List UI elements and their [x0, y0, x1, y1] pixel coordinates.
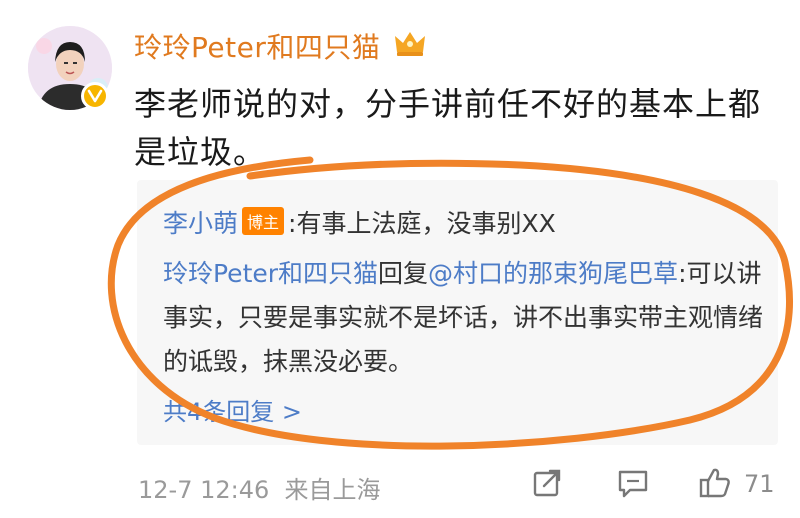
reply-target[interactable]: @村口的那束狗尾巴草 [428, 259, 678, 288]
post-text: 李老师说的对，分手讲前任不好的基本上都是垃圾。 [134, 85, 762, 171]
comment-author[interactable]: 李小萌 [163, 209, 238, 238]
share-icon[interactable] [530, 466, 564, 500]
comment-preview[interactable]: 李小萌 博主:有事上法庭，没事别XX 玲玲Peter和四只猫回复@村口的那束狗尾巴… [137, 180, 778, 445]
more-replies-link[interactable]: 共4条回复 > [163, 392, 302, 427]
comment-text: :有事上法庭，没事别XX [288, 209, 556, 238]
post-time-source: 12-7 12:46 来自上海 [138, 470, 381, 505]
reply-text-block: 玲玲Peter和四只猫回复@村口的那束狗尾巴草:可以讲事实，只要是事实就不是坏话… [163, 252, 763, 384]
reply-word: 回复 [378, 259, 429, 288]
verified-badge-icon [81, 82, 109, 110]
host-badge: 博主 [242, 207, 285, 235]
post-source: 来自上海 [284, 476, 381, 504]
post-time: 12-7 12:46 [138, 476, 270, 504]
like-count: 71 [744, 470, 775, 498]
crown-icon [395, 32, 425, 56]
comment-icon[interactable] [616, 466, 650, 500]
post-username[interactable]: 玲玲Peter和四只猫 [134, 26, 380, 66]
reply-author[interactable]: 玲玲Peter和四只猫 [163, 259, 378, 288]
thumbs-up-icon[interactable] [698, 466, 732, 500]
comment-row: 李小萌 博主:有事上法庭，没事别XX [163, 204, 556, 240]
